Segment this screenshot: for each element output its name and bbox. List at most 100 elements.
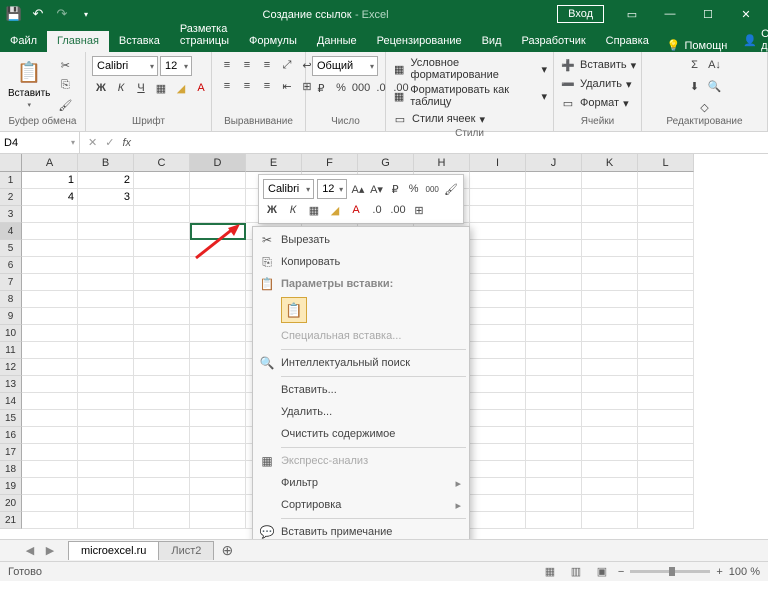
row-header-1[interactable]: 1 <box>0 172 22 189</box>
cell-C12[interactable] <box>134 359 190 376</box>
tab-help[interactable]: Справка <box>596 31 659 52</box>
copy-icon[interactable]: ⎘ <box>56 76 74 94</box>
align-center-icon[interactable]: ≡ <box>238 77 256 95</box>
cell-K9[interactable] <box>582 308 638 325</box>
cell-B17[interactable] <box>78 444 134 461</box>
tab-formulas[interactable]: Формулы <box>239 31 307 52</box>
cell-D17[interactable] <box>190 444 246 461</box>
cell-I8[interactable] <box>470 291 526 308</box>
fill-color-icon[interactable]: ◢ <box>172 79 190 97</box>
col-header-J[interactable]: J <box>526 154 582 172</box>
sheet-tab-2[interactable]: Лист2 <box>158 541 214 560</box>
font-name-combo[interactable]: Calibri <box>92 56 158 76</box>
select-all-corner[interactable] <box>0 154 22 172</box>
cell-K10[interactable] <box>582 325 638 342</box>
cell-J11[interactable] <box>526 342 582 359</box>
row-header-11[interactable]: 11 <box>0 342 22 359</box>
sort-filter-icon[interactable]: A↓ <box>706 56 724 74</box>
mini-currency-icon[interactable]: ₽ <box>387 180 403 198</box>
cell-A20[interactable] <box>22 495 78 512</box>
mini-merge-icon[interactable]: ⊞ <box>410 201 428 219</box>
cell-K18[interactable] <box>582 461 638 478</box>
zoom-level[interactable]: 100 % <box>729 566 760 578</box>
cells-format-button[interactable]: ▭Формат ▾ <box>560 94 629 112</box>
mini-fill-color-icon[interactable]: ◢ <box>326 201 344 219</box>
view-layout-icon[interactable]: ▥ <box>566 564 586 580</box>
format-as-table-button[interactable]: ▦Форматировать как таблицу ▾ <box>392 83 547 109</box>
cell-A3[interactable] <box>22 206 78 223</box>
cell-A6[interactable] <box>22 257 78 274</box>
cell-D9[interactable] <box>190 308 246 325</box>
row-header-19[interactable]: 19 <box>0 478 22 495</box>
maximize-icon[interactable]: ☐ <box>690 0 726 28</box>
row-header-20[interactable]: 20 <box>0 495 22 512</box>
cell-B21[interactable] <box>78 512 134 529</box>
cell-D5[interactable] <box>190 240 246 257</box>
enter-formula-icon[interactable]: ✓ <box>105 136 114 149</box>
login-button[interactable]: Вход <box>557 5 604 23</box>
cell-B10[interactable] <box>78 325 134 342</box>
tab-developer[interactable]: Разработчик <box>512 31 596 52</box>
ctx-copy[interactable]: ⎘Копировать <box>255 251 467 273</box>
tab-home[interactable]: Главная <box>47 31 109 52</box>
cell-C2[interactable] <box>134 189 190 206</box>
cell-D8[interactable] <box>190 291 246 308</box>
cell-I1[interactable] <box>470 172 526 189</box>
cell-K17[interactable] <box>582 444 638 461</box>
cell-C18[interactable] <box>134 461 190 478</box>
cell-K14[interactable] <box>582 393 638 410</box>
col-header-E[interactable]: E <box>246 154 302 172</box>
cell-C14[interactable] <box>134 393 190 410</box>
cell-I21[interactable] <box>470 512 526 529</box>
tab-layout[interactable]: Разметка страницы <box>170 19 239 52</box>
cell-I16[interactable] <box>470 427 526 444</box>
cell-L16[interactable] <box>638 427 694 444</box>
col-header-L[interactable]: L <box>638 154 694 172</box>
col-header-I[interactable]: I <box>470 154 526 172</box>
border-icon[interactable]: ▦ <box>152 79 170 97</box>
indent-dec-icon[interactable]: ⇤ <box>278 77 296 95</box>
name-box[interactable]: D4 <box>0 132 80 153</box>
mini-size-combo[interactable]: 12 <box>317 179 347 199</box>
cell-C10[interactable] <box>134 325 190 342</box>
col-header-G[interactable]: G <box>358 154 414 172</box>
cell-B5[interactable] <box>78 240 134 257</box>
cell-K4[interactable] <box>582 223 638 240</box>
cell-A10[interactable] <box>22 325 78 342</box>
cell-B1[interactable]: 2 <box>78 172 134 189</box>
cell-D11[interactable] <box>190 342 246 359</box>
qat-more-icon[interactable]: ▾ <box>78 6 94 22</box>
orientation-icon[interactable]: ⤢ <box>278 56 296 74</box>
cell-L10[interactable] <box>638 325 694 342</box>
mini-border-icon[interactable]: ▦ <box>305 201 323 219</box>
cell-J19[interactable] <box>526 478 582 495</box>
cell-K7[interactable] <box>582 274 638 291</box>
cell-K21[interactable] <box>582 512 638 529</box>
cell-C19[interactable] <box>134 478 190 495</box>
cell-B12[interactable] <box>78 359 134 376</box>
cell-A7[interactable] <box>22 274 78 291</box>
cell-L9[interactable] <box>638 308 694 325</box>
cell-I17[interactable] <box>470 444 526 461</box>
format-painter-icon[interactable]: 🖌 <box>56 96 74 114</box>
cell-C6[interactable] <box>134 257 190 274</box>
cell-D13[interactable] <box>190 376 246 393</box>
ribbon-options-icon[interactable]: ▭ <box>614 0 650 28</box>
clear-icon[interactable]: ◇ <box>696 98 714 116</box>
number-format-combo[interactable]: Общий <box>312 56 378 76</box>
cell-I9[interactable] <box>470 308 526 325</box>
cell-B16[interactable] <box>78 427 134 444</box>
align-left-icon[interactable]: ≡ <box>218 77 236 95</box>
ctx-smart-lookup[interactable]: 🔍Интеллектуальный поиск <box>255 352 467 374</box>
cell-L8[interactable] <box>638 291 694 308</box>
cell-J7[interactable] <box>526 274 582 291</box>
cell-A9[interactable] <box>22 308 78 325</box>
cell-B19[interactable] <box>78 478 134 495</box>
ctx-cut[interactable]: ✂Вырезать <box>255 229 467 251</box>
cell-A16[interactable] <box>22 427 78 444</box>
cell-K13[interactable] <box>582 376 638 393</box>
tab-review[interactable]: Рецензирование <box>367 31 472 52</box>
align-top-icon[interactable]: ≡ <box>218 56 236 74</box>
cell-B3[interactable] <box>78 206 134 223</box>
tell-me[interactable]: 💡Помощн <box>659 39 736 52</box>
